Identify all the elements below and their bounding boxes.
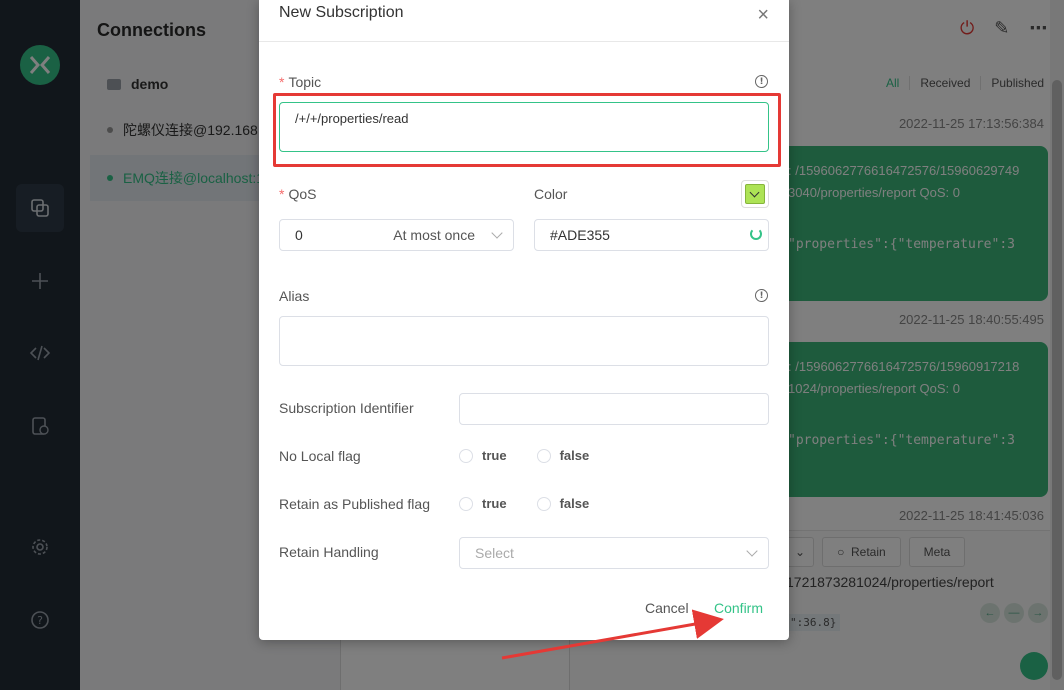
annotation-arrow-icon <box>501 609 724 660</box>
